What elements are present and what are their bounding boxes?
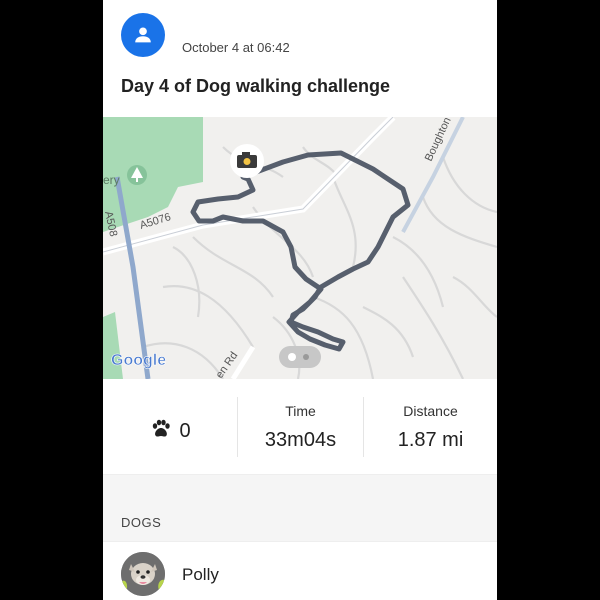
camera-icon[interactable] — [230, 144, 264, 178]
dog-list-item[interactable]: Polly — [103, 541, 497, 600]
person-icon — [135, 27, 151, 43]
time-value: 33m04s — [264, 429, 337, 451]
post-title: Day 4 of Dog walking challenge — [121, 76, 391, 96]
dog-name: Polly — [182, 565, 219, 584]
distance-value: 1.87 mi — [397, 429, 464, 451]
activity-card: October 4 at 06:42 Day 4 of Dog walking … — [103, 0, 497, 600]
dogs-section-header: DOGS — [103, 475, 497, 541]
map-toggle[interactable] — [279, 346, 321, 368]
park-label: ery — [103, 173, 120, 187]
route-map[interactable]: ery A5076 A508 Boughton en Rd Google — [103, 117, 497, 379]
google-logo: Google — [111, 352, 166, 369]
time-label: Time — [285, 403, 316, 419]
dog-avatar — [121, 552, 165, 596]
dogs-section-title: DOGS — [121, 515, 162, 530]
stats-bar: 0 Time 33m04s Distance 1.87 mi — [103, 379, 497, 475]
tree-icon — [127, 165, 147, 185]
time-stat: Time 33m04s — [238, 379, 363, 474]
paws-stat: 0 — [103, 379, 237, 474]
paws-value: 0 — [179, 420, 191, 442]
distance-label: Distance — [403, 403, 458, 419]
user-avatar[interactable] — [121, 13, 165, 57]
post-header: October 4 at 06:42 — [121, 13, 497, 57]
post-date: October 4 at 06:42 — [182, 40, 290, 55]
paw-icon — [153, 419, 171, 437]
distance-stat: Distance 1.87 mi — [364, 379, 497, 474]
